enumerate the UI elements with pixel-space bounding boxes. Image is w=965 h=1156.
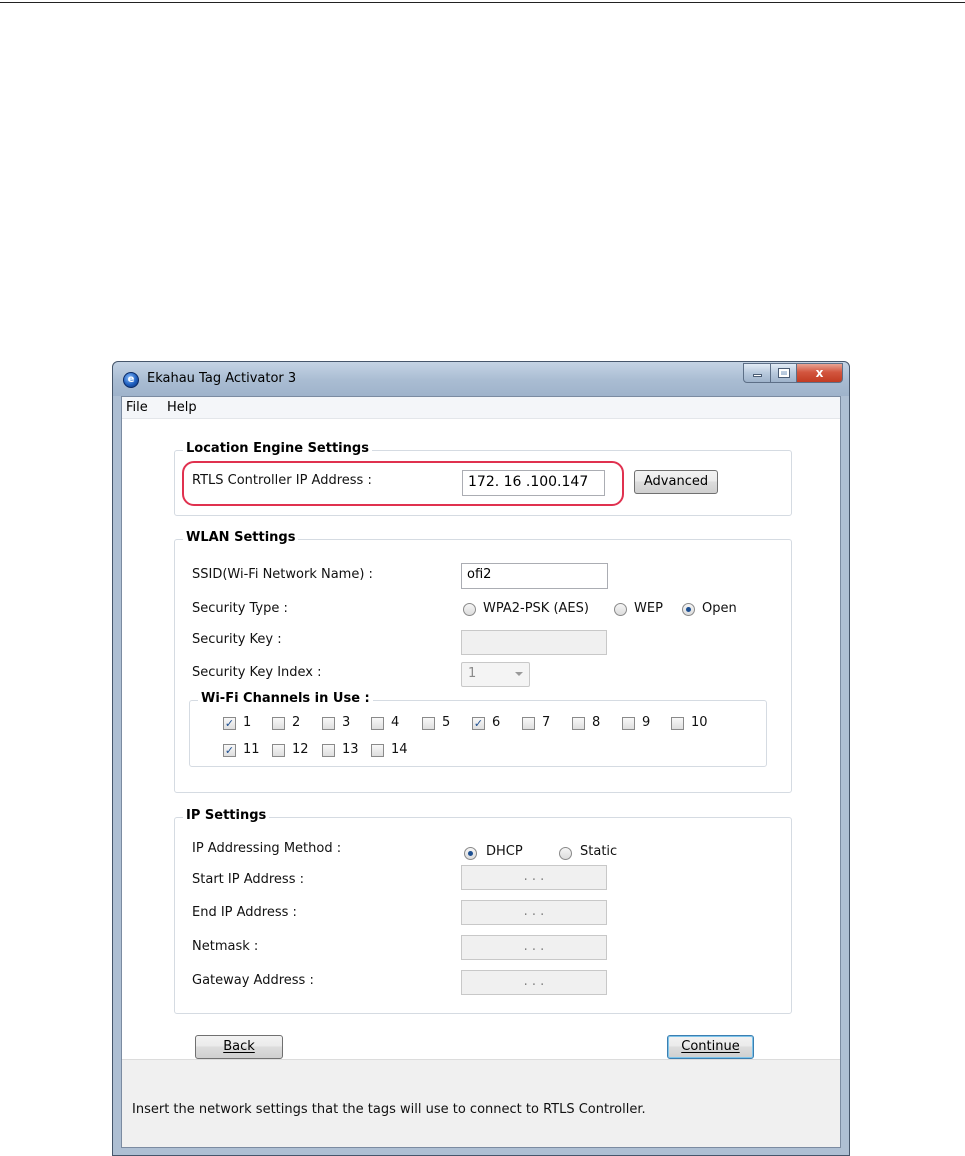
channel-checkbox-4[interactable]: [371, 717, 384, 730]
channel-label-1: 1: [243, 715, 252, 730]
checkmark-icon: ✓: [473, 717, 484, 730]
start-ip-input[interactable]: . . .: [461, 865, 607, 890]
channel-checkbox-9[interactable]: [622, 717, 635, 730]
netmask-dots: . . .: [523, 939, 545, 954]
chevron-down-icon: [515, 672, 523, 676]
wifi-channels-title: Wi-Fi Channels in Use :: [198, 691, 373, 706]
start-ip-label: Start IP Address :: [192, 872, 304, 887]
maximize-icon: [777, 368, 790, 378]
menu-file[interactable]: File: [126, 400, 148, 415]
channel-label-2: 2: [292, 715, 301, 730]
channel-label-10: 10: [691, 715, 708, 730]
title-bar[interactable]: e Ekahau Tag Activator 3 x: [113, 362, 849, 396]
radio-wep[interactable]: [614, 603, 627, 616]
radio-wpa2-psk[interactable]: [463, 603, 476, 616]
radio-wpa2-psk-label: WPA2-PSK (AES): [483, 601, 589, 616]
ip-method-label: IP Addressing Method :: [192, 841, 342, 856]
netmask-label: Netmask :: [192, 939, 259, 954]
security-key-index-select[interactable]: 1: [461, 662, 530, 687]
channel-label-4: 4: [391, 715, 400, 730]
page-top-rule: [0, 2, 965, 3]
netmask-input[interactable]: . . .: [461, 935, 607, 960]
gateway-label: Gateway Address :: [192, 973, 314, 988]
minimize-icon: [752, 374, 762, 377]
radio-open[interactable]: [682, 603, 695, 616]
rtls-ip-label: RTLS Controller IP Address :: [192, 473, 372, 488]
security-type-label: Security Type :: [192, 601, 288, 616]
channel-checkbox-7[interactable]: [522, 717, 535, 730]
ip-settings-title: IP Settings: [183, 808, 270, 823]
location-engine-title: Location Engine Settings: [183, 441, 372, 456]
rtls-ip-input[interactable]: 172. 16 .100.147: [462, 470, 605, 496]
channel-checkbox-3[interactable]: [322, 717, 335, 730]
advanced-button[interactable]: Advanced: [634, 470, 718, 494]
channel-label-11: 11: [243, 742, 260, 757]
checkmark-icon: ✓: [224, 744, 235, 757]
radio-static-label: Static: [580, 844, 618, 859]
radio-open-label: Open: [702, 601, 737, 616]
channel-checkbox-2[interactable]: [272, 717, 285, 730]
minimize-button[interactable]: [743, 363, 771, 383]
radio-static[interactable]: [559, 847, 572, 860]
radio-wep-label: WEP: [634, 601, 663, 616]
gateway-input[interactable]: . . .: [461, 970, 607, 995]
channel-checkbox-13[interactable]: [322, 744, 335, 757]
menu-help[interactable]: Help: [167, 400, 197, 415]
window-title: Ekahau Tag Activator 3: [147, 371, 297, 386]
radio-dhcp-label: DHCP: [486, 844, 523, 859]
maximize-button[interactable]: [771, 363, 797, 383]
close-button[interactable]: x: [797, 363, 843, 383]
channel-checkbox-11[interactable]: ✓: [223, 744, 236, 757]
channel-label-14: 14: [391, 742, 408, 757]
back-button-label: Back: [223, 1039, 255, 1054]
continue-button[interactable]: Continue: [667, 1035, 754, 1059]
channel-label-5: 5: [442, 715, 451, 730]
ssid-label: SSID(Wi-Fi Network Name) :: [192, 567, 373, 582]
channel-label-13: 13: [342, 742, 359, 757]
end-ip-input[interactable]: . . .: [461, 900, 607, 925]
caption-buttons: x: [743, 363, 843, 383]
menu-bar: File Help: [122, 397, 840, 419]
end-ip-label: End IP Address :: [192, 905, 297, 920]
channel-label-6: 6: [492, 715, 501, 730]
security-key-label: Security Key :: [192, 632, 282, 647]
window-client-area: File Help Location Engine Settings RTLS …: [121, 396, 841, 1148]
app-window: e Ekahau Tag Activator 3 x File Help Loc…: [112, 361, 850, 1156]
channel-label-12: 12: [292, 742, 309, 757]
gateway-dots: . . .: [523, 974, 545, 989]
channel-checkbox-1[interactable]: ✓: [223, 717, 236, 730]
continue-button-label: Continue: [681, 1039, 740, 1054]
channel-label-3: 3: [342, 715, 351, 730]
channel-label-7: 7: [542, 715, 551, 730]
wlan-settings-title: WLAN Settings: [183, 530, 299, 545]
channel-checkbox-12[interactable]: [272, 744, 285, 757]
ekahau-app-icon: e: [123, 372, 139, 388]
security-key-index-label: Security Key Index :: [192, 665, 322, 680]
channel-checkbox-8[interactable]: [572, 717, 585, 730]
channel-checkbox-14[interactable]: [371, 744, 384, 757]
status-message: Insert the network settings that the tag…: [132, 1102, 646, 1117]
channel-checkbox-5[interactable]: [422, 717, 435, 730]
security-key-input[interactable]: [461, 630, 607, 655]
radio-dhcp[interactable]: [464, 847, 477, 860]
channel-checkbox-10[interactable]: [671, 717, 684, 730]
ssid-input[interactable]: ofi2: [461, 563, 608, 589]
end-ip-dots: . . .: [523, 904, 545, 919]
back-button[interactable]: Back: [195, 1035, 283, 1059]
status-bar: Insert the network settings that the tag…: [122, 1059, 840, 1147]
checkmark-icon: ✓: [224, 717, 235, 730]
start-ip-dots: . . .: [523, 869, 545, 884]
channel-checkbox-6[interactable]: ✓: [472, 717, 485, 730]
security-key-index-value: 1: [468, 666, 477, 681]
channel-label-9: 9: [642, 715, 651, 730]
channel-label-8: 8: [592, 715, 601, 730]
close-icon: x: [815, 366, 824, 380]
